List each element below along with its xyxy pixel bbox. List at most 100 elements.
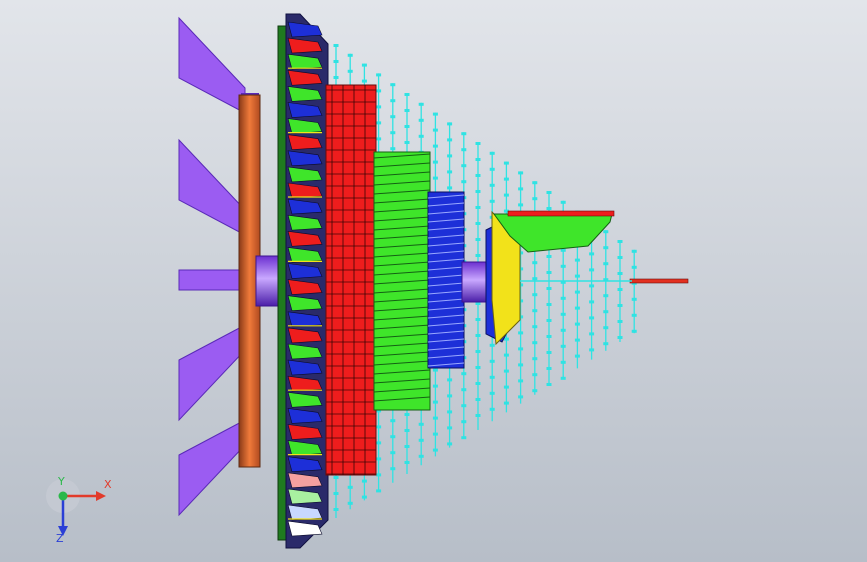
stud-tip <box>532 325 538 329</box>
green-gear[interactable] <box>373 151 431 411</box>
stud-tip <box>390 147 396 151</box>
graphics-viewport[interactable]: X Y Z <box>0 0 867 562</box>
red-gear[interactable] <box>325 84 377 476</box>
stud-tip <box>390 419 396 423</box>
stud-tip <box>532 373 538 377</box>
stud-tip <box>532 309 538 313</box>
stud-tip <box>603 342 609 346</box>
stud-tip <box>546 383 552 386</box>
bracket-middle <box>178 269 242 291</box>
stud-tip <box>432 112 438 116</box>
stud-tip <box>418 102 424 106</box>
stud-tip <box>518 379 524 383</box>
stud-tip <box>532 341 538 345</box>
stud-tip <box>390 451 396 455</box>
stud-tip <box>617 240 623 243</box>
stud-tip <box>376 489 382 493</box>
stud-tip <box>518 347 524 351</box>
stud-tip <box>461 132 467 136</box>
stud-tip <box>432 368 438 372</box>
stud-tip <box>475 318 481 321</box>
stud-tip <box>518 203 524 207</box>
stud-tip <box>333 492 339 495</box>
stud-tip <box>503 385 509 389</box>
stud-tip <box>418 454 424 458</box>
stud-tip <box>333 76 339 79</box>
stud-tip <box>532 357 538 361</box>
z-axis-label: Z <box>56 532 64 545</box>
output-pin[interactable] <box>629 278 689 284</box>
stud-tip <box>376 425 382 429</box>
stud-tip <box>560 296 566 300</box>
stud-tip <box>404 93 410 96</box>
stud-tip <box>574 258 580 262</box>
stud-tip <box>475 158 481 161</box>
stud-tip <box>376 473 382 477</box>
stud-tip <box>560 360 566 364</box>
stud-tip <box>631 265 637 269</box>
stud-tip <box>475 350 481 353</box>
stud-tip <box>376 105 382 109</box>
stud-tip <box>560 328 566 332</box>
stud-tip <box>361 79 367 83</box>
stud-tip <box>333 44 339 47</box>
gear-assembly-model[interactable] <box>0 0 867 562</box>
stud-tip <box>617 336 623 339</box>
face-gear-stack[interactable] <box>277 13 329 549</box>
stud-tip <box>546 335 552 338</box>
stud-tip <box>574 338 580 342</box>
stud-tip <box>418 422 424 426</box>
stud-tip <box>404 141 410 144</box>
stud-tip <box>475 222 481 225</box>
x-axis-arrowhead <box>96 491 106 501</box>
stud-tip <box>390 115 396 119</box>
stud-tip <box>489 391 495 395</box>
stud-tip <box>617 256 623 259</box>
stud-tip <box>489 343 495 347</box>
stud-tip <box>560 312 566 316</box>
stud-tip <box>560 264 566 268</box>
stud-tip <box>617 272 623 275</box>
stud-tip <box>475 238 481 241</box>
stud-tip <box>475 382 481 385</box>
stud-tip <box>532 389 538 393</box>
stud-tip <box>489 359 495 363</box>
blue-gear[interactable] <box>427 191 465 369</box>
stud-tip <box>631 297 637 301</box>
stud-tip <box>489 151 495 155</box>
stud-tip <box>432 128 438 132</box>
stud-tip <box>447 426 453 430</box>
stud-tip <box>376 73 382 77</box>
stud-tip <box>447 186 453 190</box>
stud-tip <box>589 268 595 272</box>
stud-tip <box>333 60 339 63</box>
stud-tip <box>347 485 353 489</box>
stud-tip <box>503 193 509 197</box>
stud-tip <box>574 306 580 310</box>
stud-tip <box>631 313 637 317</box>
stud-tip <box>447 138 453 142</box>
stud-tip <box>475 174 481 177</box>
stud-tip <box>489 183 495 187</box>
stud-tip <box>546 319 552 322</box>
stud-tip <box>574 274 580 278</box>
stud-tip <box>404 461 410 464</box>
stud-tip <box>475 334 481 337</box>
stud-tip <box>489 199 495 203</box>
stud-tip <box>404 445 410 448</box>
stud-tip <box>432 384 438 388</box>
stud-tip <box>532 293 538 297</box>
stud-tip <box>447 154 453 158</box>
stud-tip <box>603 294 609 298</box>
stud-tip <box>432 160 438 164</box>
stud-tip <box>503 161 509 165</box>
stud-tip <box>574 322 580 326</box>
stud-tip <box>532 197 538 201</box>
stud-tip <box>404 109 410 112</box>
stud-tip <box>361 479 367 483</box>
stud-tip <box>418 438 424 442</box>
stud-tip <box>447 378 453 382</box>
stud-tip <box>589 332 595 336</box>
stud-tip <box>475 142 481 145</box>
stud-tip <box>589 252 595 256</box>
